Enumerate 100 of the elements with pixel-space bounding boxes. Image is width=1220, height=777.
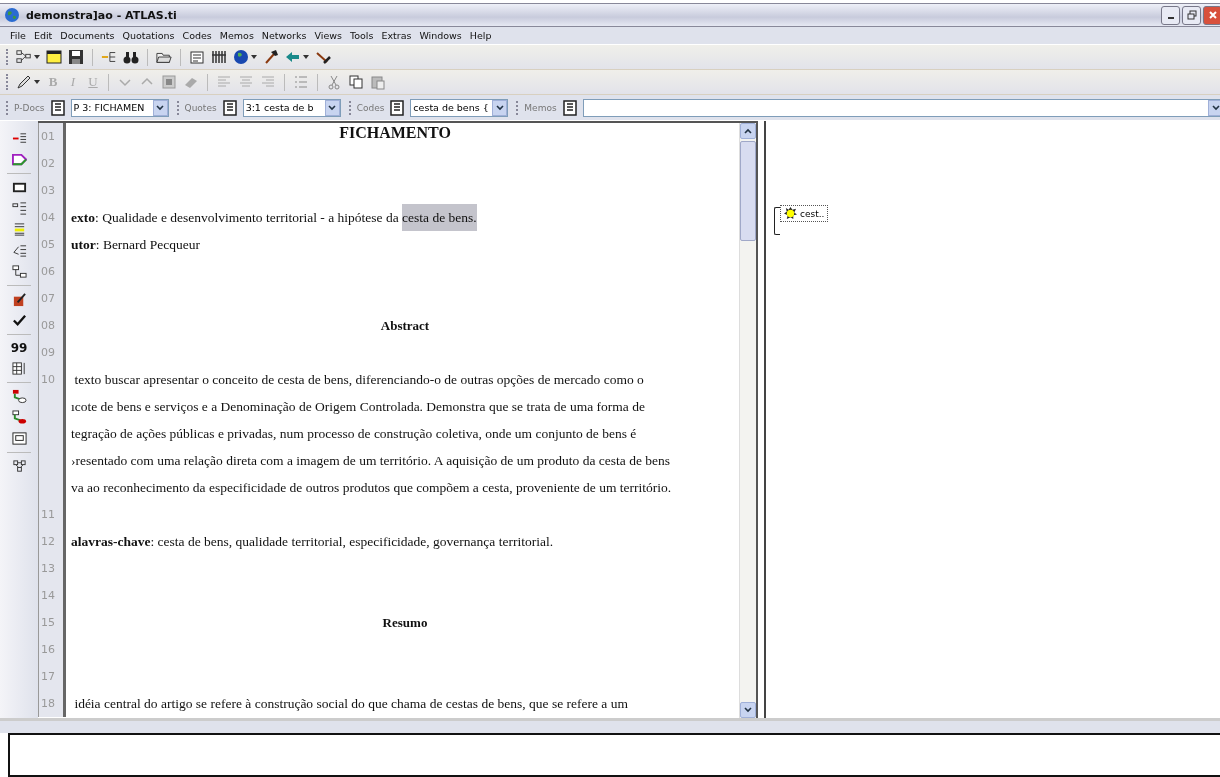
binoculars-icon[interactable] [123, 49, 139, 65]
arrow-list-icon[interactable] [101, 49, 117, 65]
network-icon[interactable] [16, 49, 32, 65]
navigator-dropdown[interactable]: cesta de bens { [410, 98, 509, 117]
menu-item[interactable]: Codes [178, 30, 216, 41]
navigator-label: Quotes [184, 102, 217, 113]
document-list-icon[interactable] [561, 99, 578, 116]
quotation-highlight[interactable]: cesta de bens. [402, 204, 477, 231]
line-number: 16 [38, 636, 66, 663]
text-line: tegração de ações públicas e privadas, num processo de construção coletiva, onde um conjunto de bens é [71, 425, 638, 443]
frame-icon[interactable] [11, 431, 27, 446]
line-number: 08 [38, 312, 66, 339]
section-heading: Resumo [381, 614, 429, 632]
line-number: 13 [38, 555, 66, 582]
globe-icon[interactable] [233, 49, 249, 65]
navigator-dropdown[interactable]: 3:1 cesta de b [242, 98, 341, 117]
connector-icon[interactable] [11, 264, 27, 279]
scroll-thumb[interactable] [740, 141, 756, 241]
quotation-bracket[interactable] [774, 207, 780, 235]
dropdown-caret-icon [495, 104, 504, 111]
navigator-label: Memos [524, 102, 557, 113]
text-line: va ao reconhecimento da especificidade de outros produtos que compõem a cesta, proveniente de um território. [71, 479, 673, 497]
table-icon[interactable] [11, 361, 27, 376]
text-line: exto: Qualidade e desenvolvimento territorial - a hipótese da [71, 209, 400, 227]
tag-icon[interactable] [11, 152, 27, 167]
link-icon[interactable] [11, 410, 27, 425]
menu-item[interactable]: Networks [257, 30, 311, 41]
menu-item[interactable]: Memos [215, 30, 258, 41]
scroll-down-icon[interactable] [744, 707, 752, 713]
line-number: 09 [38, 339, 66, 366]
line-number: 11 [38, 501, 66, 528]
document-list-icon[interactable] [49, 99, 66, 116]
scrollbar[interactable] [739, 123, 756, 718]
restore-icon [1186, 10, 1197, 20]
navigator-dropdown[interactable]: P 3: FICHAMEN [70, 98, 169, 117]
dropdown-caret-icon [328, 104, 337, 111]
code-icon [784, 207, 797, 220]
dropdown-caret-icon[interactable] [34, 55, 40, 59]
close-button[interactable] [1203, 5, 1220, 25]
text-line: texto buscar apresentar o conceito de cesta de bens, diferenciando-o de outras opções de mercado como o [73, 371, 645, 389]
dropdown-caret-icon [156, 104, 165, 111]
restore-button[interactable] [1182, 5, 1201, 25]
close-icon [1207, 10, 1218, 20]
line-number: 17 [38, 663, 66, 690]
back-arrow-icon[interactable] [285, 49, 301, 65]
line-number: 02 [38, 150, 66, 177]
minimize-button[interactable] [1161, 5, 1180, 25]
pen-icon[interactable] [16, 74, 32, 90]
minimize-icon [1167, 17, 1174, 19]
dropdown-caret-icon [1211, 104, 1220, 111]
menu-item[interactable]: File [6, 30, 30, 41]
menu-item[interactable]: Help [465, 30, 496, 41]
code-tag[interactable]: cest.. [780, 205, 829, 222]
line-number: 05 [38, 231, 66, 258]
dropdown-caret-icon[interactable] [34, 80, 40, 84]
window-icon[interactable] [46, 49, 62, 65]
line-number: 06 [38, 258, 66, 285]
scroll-up-icon[interactable] [744, 128, 752, 134]
rectangle-icon[interactable] [11, 180, 27, 195]
navigator-label: Codes [356, 102, 385, 113]
line-number: 07 [38, 285, 66, 312]
text-line: idéia central do artigo se refere à construção social do que chama de cestas de bens, que se refere a um [73, 695, 628, 713]
dropdown-caret-icon[interactable] [303, 55, 309, 59]
edit-document-icon[interactable] [11, 292, 27, 307]
menu-item[interactable]: Views [310, 30, 346, 41]
link-icon[interactable] [11, 389, 27, 404]
hammer-icon[interactable] [263, 49, 279, 65]
network-icon[interactable] [11, 459, 27, 474]
document-list-icon[interactable] [221, 99, 238, 116]
line-number: 14 [38, 582, 66, 609]
tree-icon[interactable] [11, 243, 27, 258]
text-line: alavras-chave: cesta de bens, qualidade territorial, especificidade, governança territorial. [71, 533, 554, 551]
globe-icon [4, 7, 20, 23]
arrow-list-icon[interactable] [11, 131, 27, 146]
checkmark-icon[interactable] [11, 313, 27, 328]
window-title: demonstra]ao - ATLAS.ti [26, 8, 177, 22]
list-icon[interactable] [11, 201, 27, 216]
section-heading: Abstract [379, 317, 431, 335]
document-list-icon[interactable] [389, 99, 406, 116]
menu-item[interactable]: Edit [29, 30, 57, 41]
text-line: utor: Bernard Pecqueur [71, 236, 200, 254]
grid-icon[interactable] [211, 49, 227, 65]
line-number: 12 [38, 528, 66, 555]
copy-icon[interactable] [348, 74, 364, 90]
menu-item[interactable]: Extras [377, 30, 416, 41]
quote-count-button[interactable]: 99 [10, 341, 28, 355]
pickaxe-icon[interactable] [315, 49, 331, 65]
navigator-label: P-Docs [14, 102, 45, 113]
document-icon[interactable] [189, 49, 205, 65]
line-number: 03 [38, 177, 66, 204]
document-heading: FICHAMENTO [338, 123, 452, 143]
menu-item[interactable]: Documents [56, 30, 119, 41]
line-number: 01 [38, 123, 66, 150]
cut-icon[interactable] [326, 74, 342, 90]
text-line: ›resentado com uma relação direta com a imagem de um território. A aquisição de um produto da cesta de bens [71, 452, 672, 470]
save-icon[interactable] [68, 49, 84, 65]
menu-item[interactable]: Tools [345, 30, 378, 41]
menu-item[interactable]: Quotations [118, 30, 179, 41]
menu-item[interactable]: Windows [415, 30, 466, 41]
dropdown-caret-icon[interactable] [251, 55, 257, 59]
